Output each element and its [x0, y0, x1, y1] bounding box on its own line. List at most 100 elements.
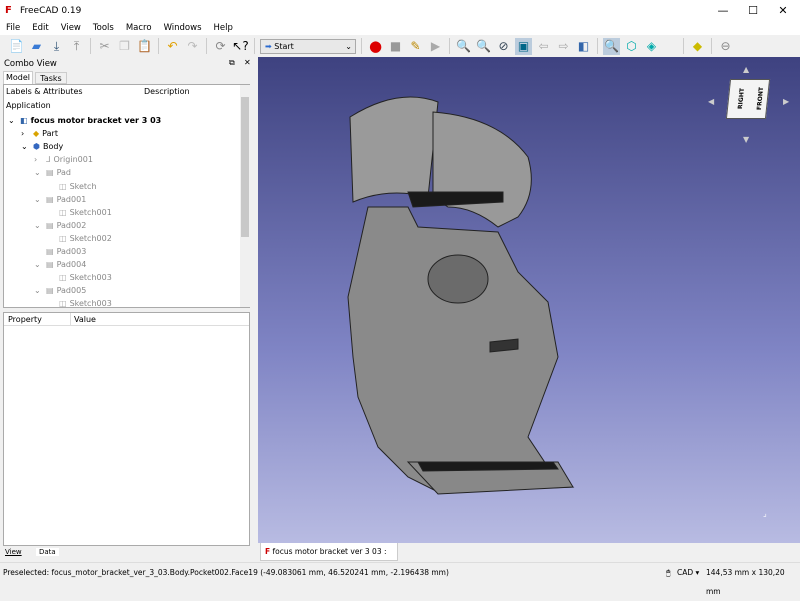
record-macro-icon[interactable]: ● [367, 37, 384, 55]
tree-item[interactable]: ⌄ ▤ Pad004 [34, 258, 86, 271]
scrollbar-thumb[interactable] [241, 97, 249, 237]
tree-item[interactable]: › ⅃ Origin001 [34, 153, 93, 166]
fit-selection-icon[interactable]: 🔍 [475, 38, 492, 55]
expand-arrow-icon[interactable]: ⌄ [34, 284, 46, 297]
forward-icon[interactable]: ⇨ [555, 38, 572, 55]
expand-arrow-icon[interactable]: › [34, 153, 46, 166]
tab-model[interactable]: Model [3, 71, 33, 84]
tree-item[interactable]: ⌄ ▤ Pad001 [34, 193, 86, 206]
back-icon[interactable]: ⇦ [535, 38, 552, 55]
fit-all-icon[interactable]: 🔍 [455, 38, 472, 55]
float-icon[interactable]: ⧉ [229, 58, 235, 68]
tab-tasks[interactable]: Tasks [35, 72, 67, 84]
expand-arrow-icon[interactable]: › [21, 127, 33, 140]
preselection-status: Preselected: focus_motor_bracket_ver_3_0… [3, 568, 449, 577]
tree-item[interactable]: ◫ Sketch002 [47, 232, 112, 245]
chevron-down-icon: ⌄ [345, 41, 352, 51]
sketch-icon: ◫ [59, 299, 67, 309]
stop-macro-icon[interactable]: ■ [387, 38, 404, 55]
model-render [347, 96, 575, 495]
front-view-icon[interactable]: ◈ [643, 38, 660, 55]
nav-style-label: CAD [677, 568, 694, 577]
tree-item[interactable]: ▤ Pad003 [34, 245, 86, 258]
sketch-icon: ◫ [59, 207, 67, 217]
workbench-selector[interactable]: ➡ Start ⌄ [260, 38, 356, 54]
tree-item[interactable]: ⌄ ⬢ Body [21, 140, 63, 153]
navigation-style-button[interactable]: CAD ▾ [677, 563, 699, 582]
tree-item-label: Sketch001 [69, 207, 112, 217]
expand-arrow-icon[interactable]: ⌄ [8, 114, 20, 127]
menu-windows[interactable]: Windows [158, 22, 208, 35]
status-bar: Preselected: focus_motor_bracket_ver_3_0… [0, 562, 800, 596]
expand-arrow-icon[interactable]: ⌄ [34, 219, 46, 232]
tree-item-label: Sketch003 [69, 299, 112, 309]
left-cradle [349, 96, 439, 203]
tree-item-label: Pad002 [56, 220, 87, 230]
tree-item[interactable]: ⌄ ▤ Pad [34, 166, 71, 179]
tree-item[interactable]: ⌄ ◧ focus motor bracket ver 3 03 [8, 114, 161, 127]
undo-icon[interactable]: ↶ [164, 38, 181, 55]
model-tree: Labels & Attributes Description Applicat… [3, 84, 250, 308]
document-tab[interactable]: F focus motor bracket ver 3 03 : 1* ✕ [260, 543, 398, 573]
menu-view[interactable]: View [55, 22, 87, 35]
workbench-nav-icon[interactable]: ◧ [575, 38, 592, 55]
part-icon[interactable]: ◆ [689, 38, 706, 55]
expand-arrow-icon[interactable]: ⌄ [34, 166, 46, 179]
menu-tools[interactable]: Tools [87, 22, 120, 35]
navcube-face-right[interactable]: RIGHT [737, 88, 746, 109]
menu-help[interactable]: Help [208, 22, 239, 35]
navigation-cube[interactable]: RIGHT FRONT [725, 79, 771, 119]
paste-icon[interactable]: 📋 [136, 38, 153, 55]
new-icon[interactable]: 📄 [8, 38, 25, 55]
redo-icon[interactable]: ↷ [184, 38, 201, 55]
tree-item-label: Origin001 [53, 155, 93, 165]
foot-top [417, 461, 559, 472]
column-description: Description [144, 87, 190, 96]
save-as-icon[interactable]: ⤒ [68, 38, 85, 55]
navcube-arrow-right-icon[interactable]: ▶ [783, 97, 789, 106]
minimize-button[interactable]: — [708, 0, 738, 22]
close-panel-icon[interactable]: ✕ [244, 58, 251, 67]
open-icon[interactable]: ▰ [28, 38, 45, 55]
tree-item[interactable]: ◫ Sketch003 [47, 271, 112, 284]
navcube-face-front[interactable]: FRONT [756, 87, 765, 110]
copy-icon[interactable]: ❐ [116, 38, 133, 55]
tree-section-application: Application [6, 101, 51, 110]
menu-edit[interactable]: Edit [26, 22, 54, 35]
tree-item[interactable]: ◫ Sketch003 [47, 297, 112, 310]
maximize-button[interactable]: ☐ [738, 0, 768, 22]
edit-macro-icon[interactable]: ✎ [407, 38, 424, 55]
tree-item[interactable]: ⌄ ▤ Pad002 [34, 219, 86, 232]
no-entry-icon[interactable]: ⊖ [717, 38, 734, 55]
motor-hole [427, 254, 489, 304]
close-button[interactable]: ✕ [768, 0, 798, 22]
menu-file[interactable]: File [0, 22, 26, 35]
tab-data[interactable]: Data [36, 548, 59, 556]
refresh-icon[interactable]: ⟳ [212, 38, 229, 55]
tree-item[interactable]: ◫ Sketch001 [47, 206, 112, 219]
menu-macro[interactable]: Macro [120, 22, 158, 35]
tree-item[interactable]: ◫ Sketch [47, 180, 97, 193]
isometric-view-icon[interactable]: ⬡ [623, 38, 640, 55]
3d-viewport[interactable]: RIGHT FRONT ▲ ▼ ◀ ▶ ⌟ [258, 57, 800, 543]
zoom-icon[interactable]: 🔍 [603, 37, 620, 55]
whats-this-icon[interactable]: ↖? [232, 38, 249, 55]
workbench-label: Start [274, 41, 294, 51]
navcube-arrow-down-icon[interactable]: ▼ [743, 135, 749, 144]
draw-style-icon[interactable]: ⊘ [495, 38, 512, 55]
tree-item[interactable]: › ◆ Part [21, 127, 58, 140]
pad-icon: ▤ [46, 260, 54, 270]
bounding-box-icon[interactable]: ▣ [515, 37, 532, 55]
tree-item[interactable]: ⌄ ▤ Pad005 [34, 284, 86, 297]
pad-icon: ▤ [46, 220, 54, 230]
save-icon[interactable]: ⤓ [48, 38, 65, 55]
tab-view[interactable]: View [5, 548, 22, 556]
expand-arrow-icon[interactable]: ⌄ [34, 258, 46, 271]
run-macro-icon[interactable]: ▶ [427, 38, 444, 55]
tree-scrollbar[interactable] [240, 85, 250, 307]
cut-icon[interactable]: ✂ [96, 38, 113, 55]
expand-arrow-icon[interactable]: ⌄ [21, 140, 33, 153]
navcube-arrow-up-icon[interactable]: ▲ [743, 65, 749, 74]
navcube-arrow-left-icon[interactable]: ◀ [708, 97, 714, 106]
expand-arrow-icon[interactable]: ⌄ [34, 193, 46, 206]
